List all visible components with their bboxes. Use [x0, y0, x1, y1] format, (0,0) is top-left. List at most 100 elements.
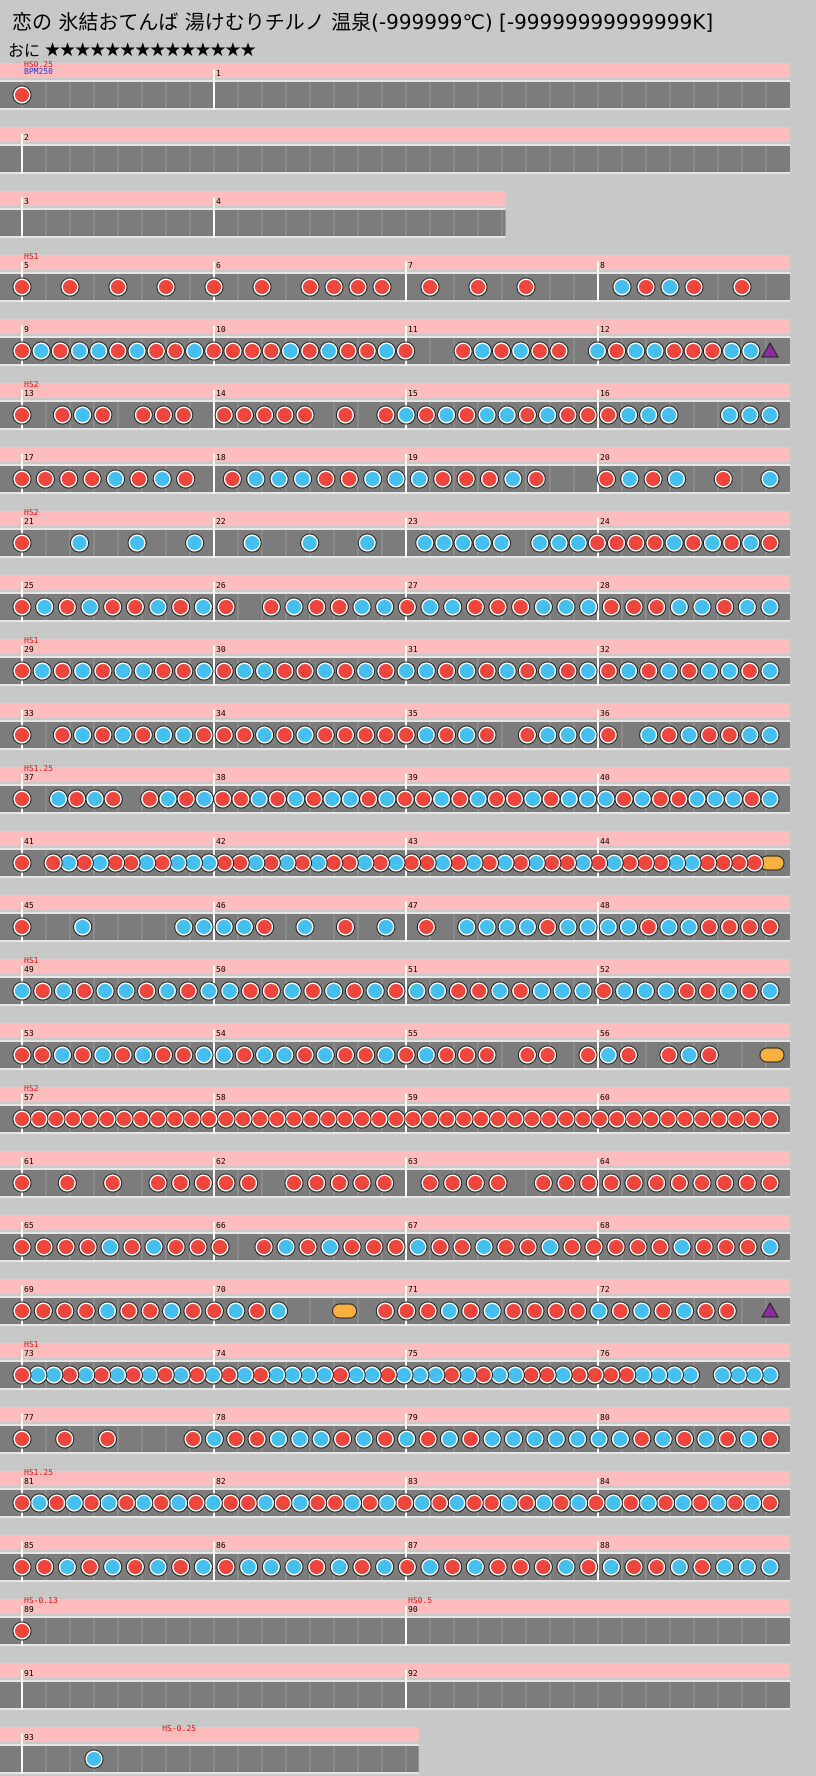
ka-note-face — [590, 344, 605, 358]
don-note-face — [378, 728, 393, 742]
don-note-face — [185, 1304, 200, 1318]
don-note-face — [479, 728, 494, 742]
ka-note-face — [641, 1496, 656, 1510]
don-note-face — [389, 984, 403, 998]
ka-note-face — [570, 1432, 585, 1446]
ka-note-face — [87, 1752, 101, 1766]
don-note-face — [213, 1240, 227, 1254]
measure-number: 17 — [24, 453, 34, 462]
don-note-face — [479, 1048, 494, 1062]
ka-note-face — [75, 728, 90, 742]
scroll-band — [0, 511, 790, 526]
don-note-face — [687, 280, 701, 294]
ka-note-face — [298, 920, 313, 934]
don-note-face — [686, 344, 701, 358]
measure-number: 63 — [408, 1157, 418, 1166]
ka-note-face — [302, 536, 317, 550]
don-note-face — [15, 1624, 29, 1638]
ka-note-face — [477, 1240, 491, 1254]
don-note-face — [287, 1176, 301, 1190]
scroll-band — [0, 575, 790, 590]
don-note-face — [677, 1432, 692, 1446]
don-note-face — [77, 984, 92, 998]
don-note-face — [38, 472, 53, 486]
don-note-face — [423, 1112, 437, 1126]
ka-note-face — [685, 856, 700, 870]
don-note-face — [355, 1112, 369, 1126]
ka-note-face — [60, 1560, 75, 1574]
ka-note-face — [661, 408, 676, 422]
don-note-face — [445, 1560, 460, 1574]
don-note-face — [136, 728, 151, 742]
don-note-face — [37, 1560, 52, 1574]
don-note-face — [37, 1240, 51, 1254]
don-note-face — [49, 1112, 63, 1126]
ka-note-face — [318, 1048, 333, 1062]
measure-number: 81 — [24, 1477, 34, 1486]
ka-note-face — [428, 1368, 443, 1382]
don-note-face — [105, 1176, 120, 1190]
ka-note-face — [677, 1304, 692, 1318]
scroll-marker: HS1 — [24, 1340, 39, 1349]
measure-number: 92 — [408, 1669, 418, 1678]
ka-note-face — [365, 472, 380, 486]
ka-note-face — [75, 408, 90, 422]
measure-number: 18 — [216, 453, 226, 462]
don-note-face — [342, 472, 357, 486]
don-note-face — [763, 1112, 777, 1126]
ka-note-face — [277, 1048, 292, 1062]
don-note-face — [106, 792, 121, 806]
don-note-face — [156, 1048, 171, 1062]
measure-number: 80 — [600, 1413, 610, 1422]
measure-number: 4 — [216, 197, 221, 206]
ka-note-face — [321, 344, 336, 358]
scroll-marker: HS1 — [24, 956, 39, 965]
measure-number: 52 — [600, 965, 610, 974]
ka-note-face — [136, 664, 151, 678]
don-note-face — [576, 1112, 590, 1126]
don-note-face — [245, 344, 260, 358]
ka-note-face — [710, 1496, 725, 1510]
measure-number: 84 — [600, 1477, 610, 1486]
ka-note-face — [641, 408, 656, 422]
ka-note-face — [389, 472, 403, 486]
measure-number: 68 — [600, 1221, 610, 1230]
ka-note-face — [241, 1560, 256, 1574]
don-note-face — [217, 664, 232, 678]
measure-number: 27 — [408, 581, 418, 590]
don-note-face — [763, 536, 777, 550]
ka-note-face — [30, 1368, 45, 1382]
don-note-face — [700, 984, 715, 998]
don-note-face — [303, 280, 317, 294]
don-note-face — [720, 1304, 735, 1318]
ka-note-face — [269, 1368, 284, 1382]
measure-number: 22 — [216, 517, 226, 526]
ka-note-face — [743, 536, 758, 550]
ka-note-face — [207, 1432, 222, 1446]
don-note-face — [463, 1304, 478, 1318]
don-note-face — [653, 1240, 667, 1254]
don-note-face — [717, 1176, 732, 1190]
ka-note-face — [196, 664, 211, 678]
don-note-face — [298, 408, 313, 422]
scroll-band — [0, 1407, 790, 1422]
don-note-face — [519, 280, 533, 294]
don-note-face — [100, 1112, 114, 1126]
don-note-face — [536, 1560, 551, 1574]
don-note-face — [257, 408, 272, 422]
don-note-face — [126, 1368, 141, 1382]
ka-note-face — [34, 344, 49, 358]
don-note-face — [15, 856, 29, 870]
ka-note-face — [83, 600, 97, 614]
don-note-face — [763, 1176, 777, 1190]
don-note-face — [310, 1496, 325, 1510]
ka-note-face — [659, 984, 674, 998]
don-note-face — [338, 1048, 353, 1062]
don-note-face — [419, 408, 434, 422]
note-lane — [395, 210, 506, 236]
don-note-face — [338, 728, 353, 742]
don-note-face — [520, 1048, 535, 1062]
don-note-face — [619, 1368, 634, 1382]
ka-note-face — [409, 984, 424, 998]
don-note-face — [552, 344, 567, 358]
